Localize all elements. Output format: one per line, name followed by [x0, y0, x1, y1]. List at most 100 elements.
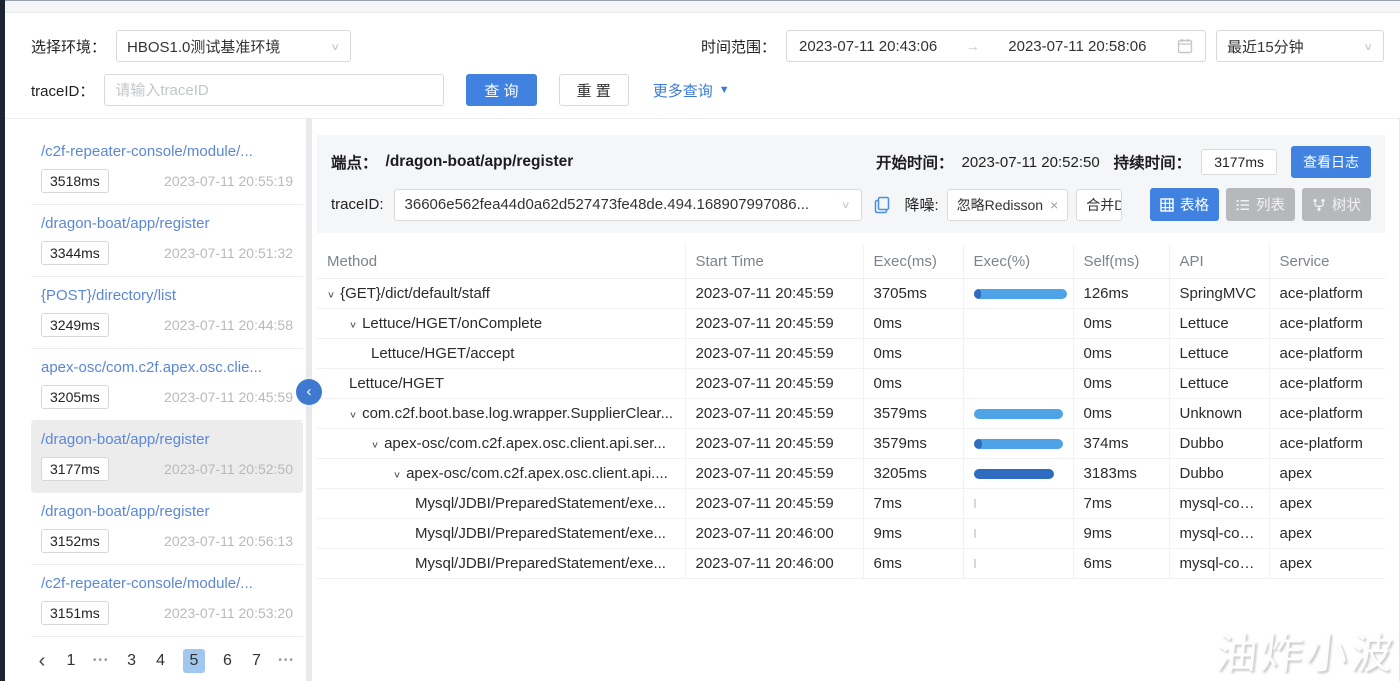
api-cell: SpringMVC	[1169, 278, 1270, 309]
table-row: ∨ apex-osc/com.c2f.apex.osc.client.api...…	[317, 458, 1385, 489]
table-row: Lettuce/HGET 2023-07-11 20:45:59 0ms 0ms Let…	[317, 368, 1385, 399]
sidebar-collapse-button[interactable]: ‹	[296, 379, 322, 405]
start-time-cell: 2023-07-11 20:45:59	[685, 488, 864, 519]
table-row: ∨ Lettuce/HGET/onComplete 2023-07-11 20:45…	[317, 308, 1385, 339]
duration-value: 3177ms	[1201, 149, 1277, 175]
trace-list-item[interactable]: apex-osc/com.c2f.apex.osc.clie... 3205ms…	[31, 349, 303, 421]
exec-pct-cell	[963, 428, 1074, 459]
time-range-label: 时间范围：	[700, 38, 776, 56]
method-cell: Mysql/JDBI/PreparedStatement/exe...	[317, 518, 686, 549]
api-cell: mysql-con...	[1169, 548, 1270, 579]
view-logs-button[interactable]: 查看日志	[1291, 146, 1371, 178]
date-end-value[interactable]: 2023-07-11 20:58:06	[1008, 38, 1146, 55]
traceid-label: traceID：	[31, 82, 95, 100]
trace-list-item[interactable]: {POST}/directory/list 3249ms 2023-07-11 …	[31, 277, 303, 349]
trace-endpoint-link[interactable]: {POST}/directory/list	[41, 287, 293, 304]
trace-header-row-2: traceID: 36606e562fea44d0a62d527473fe48d…	[331, 188, 1371, 221]
trace-endpoint-link[interactable]: /dragon-boat/app/register	[41, 431, 293, 448]
chevron-down-icon: ∨	[841, 198, 851, 211]
trace-meta: 3152ms 2023-07-11 20:56:13	[41, 529, 293, 553]
caret-expanded-icon[interactable]: ∨	[349, 319, 357, 330]
exec-ms-cell: 7ms	[863, 488, 964, 519]
window-top-edge	[0, 0, 1400, 13]
date-start-value[interactable]: 2023-07-11 20:43:06	[799, 38, 937, 55]
exec-pct-cell	[963, 338, 1074, 369]
tree-view-label: 树状	[1332, 198, 1361, 214]
exec-pct-cell	[963, 518, 1074, 549]
trace-list-item[interactable]: /c2f-repeater-console/module/... 3518ms …	[31, 133, 303, 205]
tree-icon	[1313, 198, 1325, 211]
close-icon[interactable]: ×	[1050, 197, 1058, 213]
exec-bar	[973, 288, 1070, 299]
column-header: Self(ms)	[1073, 245, 1170, 279]
trace-traceid-label: traceID:	[331, 196, 384, 213]
exec-ms-cell: 0ms	[863, 308, 964, 339]
self-ms-cell: 3183ms	[1073, 458, 1170, 489]
trace-list-item[interactable]: /dragon-boat/app/register 3152ms 2023-07…	[31, 493, 303, 565]
copy-icon[interactable]	[874, 196, 891, 214]
column-header: API	[1169, 245, 1270, 279]
api-cell: mysql-con...	[1169, 518, 1270, 549]
column-header: Start Time	[685, 245, 864, 279]
service-cell: ace-platform	[1269, 308, 1385, 339]
exec-ms-cell: 0ms	[863, 368, 964, 399]
trace-endpoint-link[interactable]: /c2f-repeater-console/module/...	[41, 143, 293, 160]
more-query-link[interactable]: 更多查询 ▼	[653, 80, 730, 101]
denoise-tag-clipped: 合并D	[1076, 188, 1123, 221]
api-cell: Dubbo	[1169, 428, 1270, 459]
trace-list-item[interactable]: /dragon-boat/app/register 3177ms 2023-07…	[31, 421, 303, 493]
trace-endpoint-link[interactable]: /dragon-boat/app/register	[41, 503, 293, 520]
traceid-select[interactable]: 36606e562fea44d0a62d527473fe48de.494.168…	[393, 188, 862, 221]
pagination-page-3[interactable]: 3	[125, 649, 139, 673]
start-time-cell: 2023-07-11 20:45:59	[685, 368, 864, 399]
pagination-ellipsis-icon[interactable]: •••	[93, 649, 110, 673]
tree-view-button[interactable]: 树状	[1302, 188, 1371, 221]
start-time-cell: 2023-07-11 20:45:59	[685, 428, 864, 459]
pagination-page-6[interactable]: 6	[220, 649, 234, 673]
date-range-picker[interactable]: 2023-07-11 20:43:06 → 2023-07-11 20:58:0…	[786, 30, 1206, 62]
self-ms-cell: 0ms	[1073, 368, 1170, 399]
table-row: ∨ apex-osc/com.c2f.apex.osc.client.api.se…	[317, 428, 1385, 459]
pagination-page-5[interactable]: 5	[182, 649, 206, 673]
pagination: ‹ 1 ••• 3 4 5 6 7 •••	[35, 649, 295, 673]
traceid-input[interactable]	[104, 74, 445, 106]
trace-timestamp: 2023-07-11 20:56:13	[164, 533, 293, 549]
method-cell: Lettuce/HGET/accept	[317, 338, 686, 369]
trace-endpoint-link[interactable]: apex-osc/com.c2f.apex.osc.clie...	[41, 359, 293, 376]
service-cell: ace-platform	[1269, 398, 1385, 429]
method-cell: Mysql/JDBI/PreparedStatement/exe...	[317, 548, 686, 579]
table-view-button[interactable]: 表格	[1150, 188, 1219, 221]
trace-endpoint-link[interactable]: /c2f-repeater-console/module/...	[41, 575, 293, 592]
pagination-ellipsis-icon[interactable]: •••	[278, 649, 295, 673]
start-time-cell: 2023-07-11 20:45:59	[685, 308, 864, 339]
trace-list-item[interactable]: /dragon-boat/app/register 3344ms 2023-07…	[31, 205, 303, 277]
method-cell: Mysql/JDBI/PreparedStatement/exe...	[317, 488, 686, 519]
start-time-label: 开始时间：	[875, 155, 954, 172]
exec-pct-cell	[963, 308, 1074, 339]
trace-timestamp: 2023-07-11 20:44:58	[164, 317, 293, 333]
denoise-tag-label: 合并D	[1086, 196, 1123, 213]
pagination-page-7[interactable]: 7	[249, 649, 263, 673]
duration-badge: 3152ms	[41, 529, 109, 553]
trace-endpoint-link[interactable]: /dragon-boat/app/register	[41, 215, 293, 232]
env-select[interactable]: HBOS1.0测试基准环境 ∨	[116, 30, 352, 62]
search-button[interactable]: 查 询	[466, 74, 537, 106]
traceid-select-value: 36606e562fea44d0a62d527473fe48de.494.168…	[404, 196, 810, 213]
triangle-down-icon: ▼	[718, 84, 730, 96]
trace-header: 端点： /dragon-boat/app/register 开始时间： 2023…	[317, 135, 1385, 233]
table-row: Lettuce/HGET/accept 2023-07-11 20:45:59 0m…	[317, 338, 1385, 369]
caret-expanded-icon[interactable]: ∨	[349, 409, 357, 420]
exec-pct-cell	[963, 278, 1074, 309]
caret-expanded-icon[interactable]: ∨	[371, 439, 379, 450]
time-preset-select[interactable]: 最近15分钟 ∨	[1216, 30, 1384, 62]
duration-badge: 3205ms	[41, 385, 109, 409]
trace-list-item[interactable]: /c2f-repeater-console/module/... 3151ms …	[31, 565, 303, 637]
caret-expanded-icon[interactable]: ∨	[327, 289, 335, 300]
list-view-button[interactable]: 列表	[1226, 188, 1295, 221]
exec-ms-cell: 6ms	[863, 548, 964, 579]
pagination-page-4[interactable]: 4	[154, 649, 168, 673]
reset-button[interactable]: 重 置	[558, 74, 629, 106]
caret-expanded-icon[interactable]: ∨	[393, 469, 401, 480]
pagination-page-1[interactable]: 1	[64, 649, 78, 673]
prev-page-icon[interactable]: ‹	[35, 649, 49, 673]
